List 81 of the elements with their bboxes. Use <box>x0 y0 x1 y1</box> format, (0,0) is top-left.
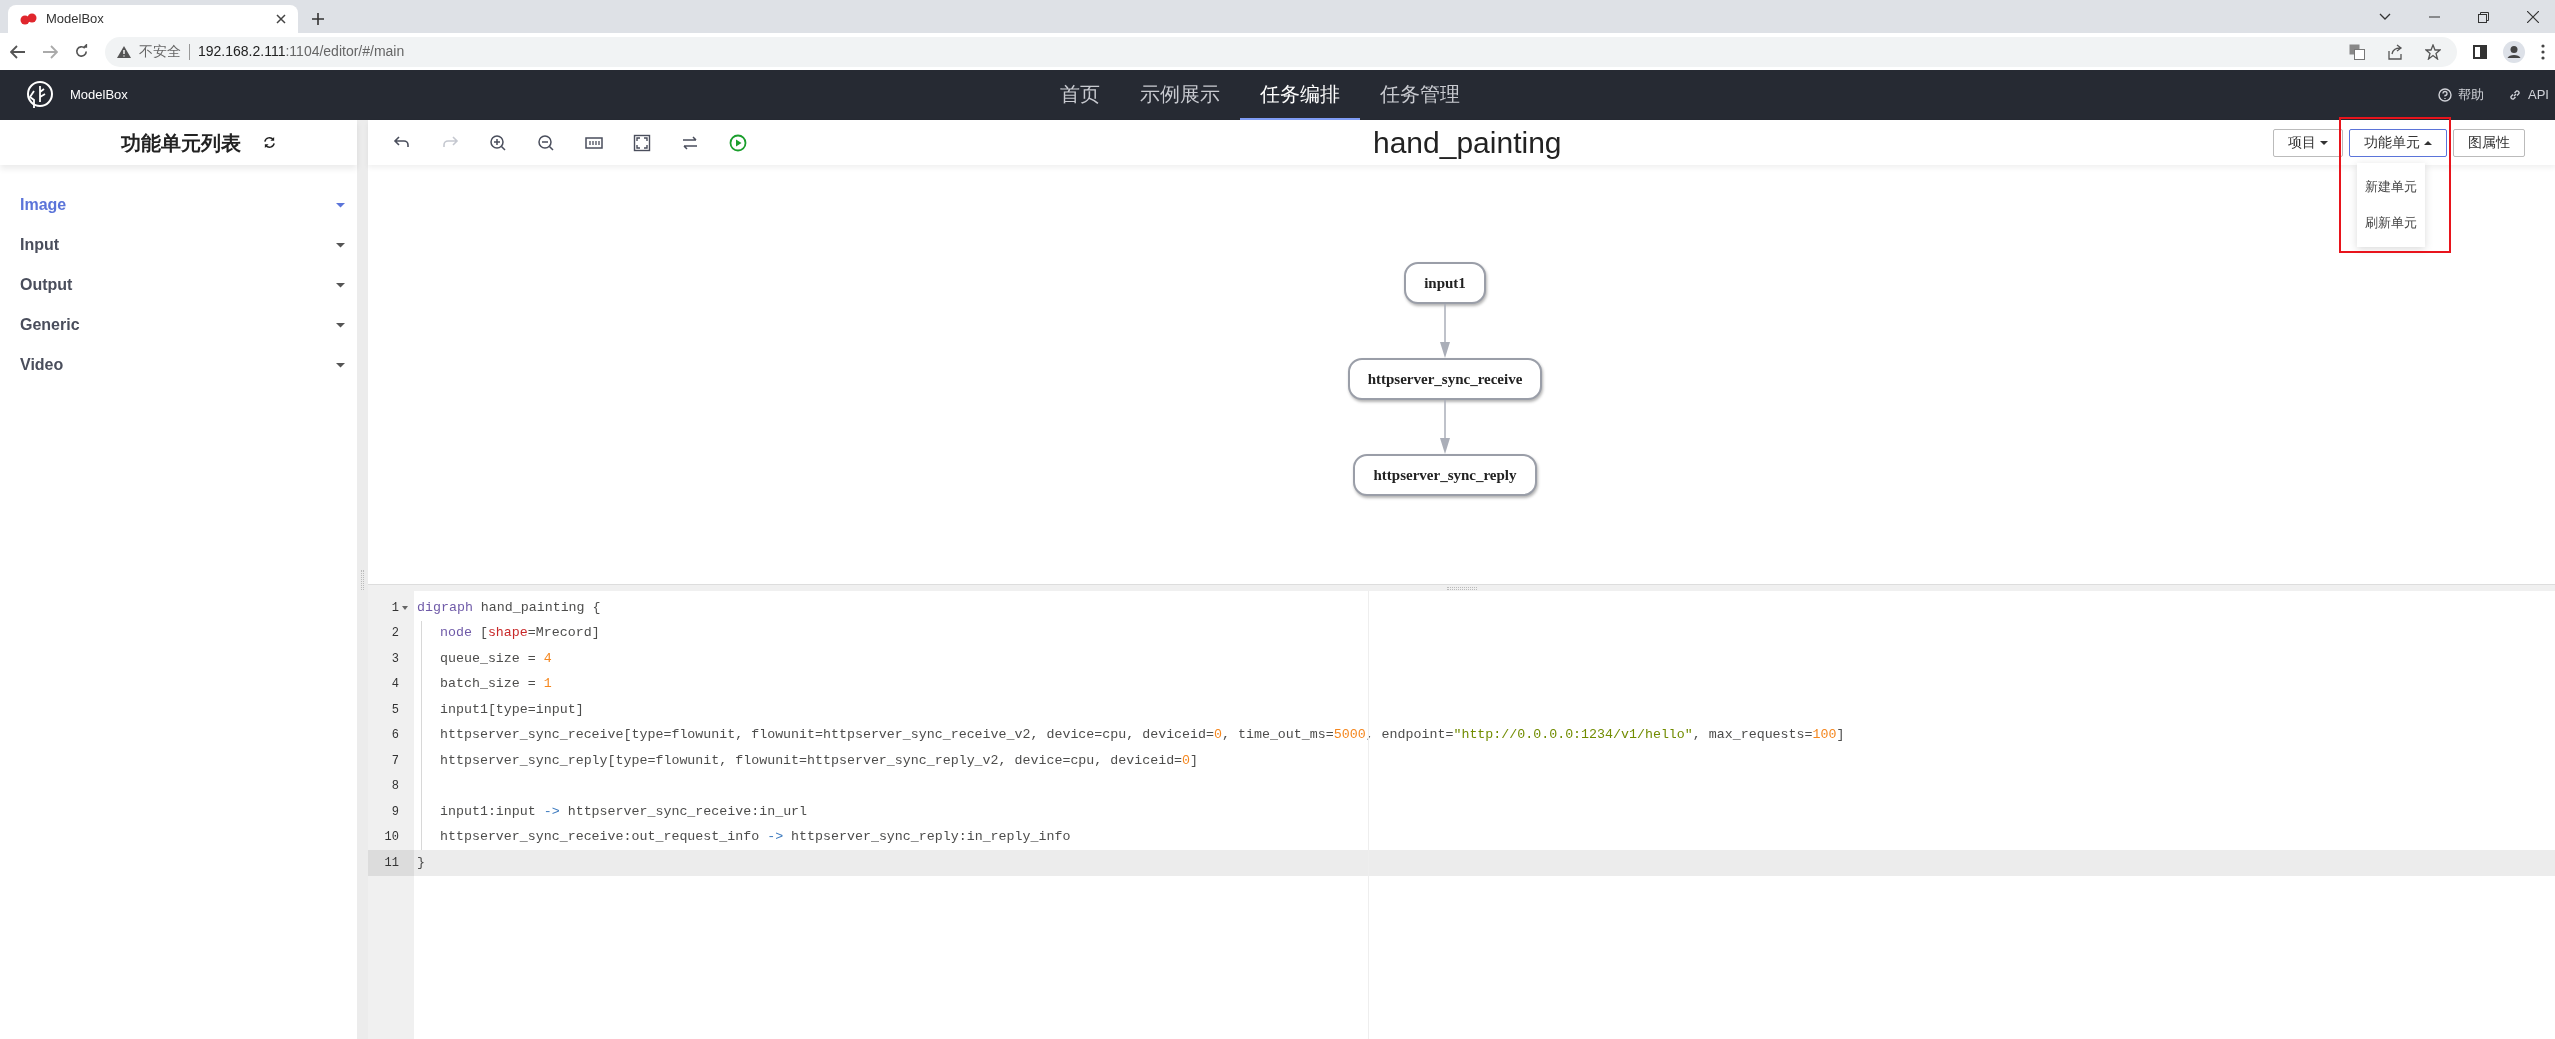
graph-node[interactable]: httpserver_sync_reply <box>1353 454 1537 496</box>
logo-icon <box>24 80 54 110</box>
back-icon[interactable] <box>10 44 26 59</box>
line-number: 6 <box>391 727 400 745</box>
link-icon <box>2508 88 2523 102</box>
menu-icon[interactable] <box>2541 43 2545 60</box>
line-number: 4 <box>391 676 400 694</box>
caret-down-icon <box>336 242 345 248</box>
caret-up-icon <box>2424 140 2432 145</box>
line-number: 10 <box>384 829 400 847</box>
nav-tab[interactable]: 首页 <box>1040 70 1120 120</box>
category-item[interactable]: Video <box>0 345 357 385</box>
address-bar[interactable]: 不安全 192.168.2.111:1104/editor/#/main <box>105 36 2457 67</box>
category-item[interactable]: Input <box>0 225 357 265</box>
code-line: batch_size = 1 <box>440 675 552 694</box>
line-number: 9 <box>391 803 400 821</box>
code-line: digraph hand_painting { <box>417 598 601 617</box>
sidebar-title: 功能单元列表 <box>121 130 241 156</box>
graph-node[interactable]: input1 <box>1404 262 1486 304</box>
category-item[interactable]: Generic <box>0 305 357 345</box>
category-item[interactable]: Output <box>0 265 357 305</box>
star-icon[interactable] <box>2425 43 2441 60</box>
caret-down-icon <box>336 282 345 288</box>
menu-item[interactable]: 刷新单元 <box>2357 204 2425 241</box>
header-link[interactable]: 帮助 <box>2438 85 2485 105</box>
tab-title: ModelBox <box>46 10 105 29</box>
chevron-down-icon[interactable] <box>2379 13 2391 21</box>
dropdown-button[interactable]: 项目 <box>2273 128 2343 157</box>
caret-down-icon <box>336 202 345 208</box>
category-item[interactable]: Image <box>0 185 357 225</box>
graph-node[interactable]: httpserver_sync_receive <box>1347 358 1543 400</box>
restore-icon[interactable] <box>2478 11 2489 23</box>
fold-icon[interactable] <box>402 605 408 610</box>
zoom-in-icon[interactable] <box>489 133 507 152</box>
line-number: 8 <box>391 778 400 796</box>
dropdown-button[interactable]: 图属性 <box>2453 128 2525 157</box>
close-icon[interactable] <box>276 14 286 24</box>
code-line: httpserver_sync_reply[type=flowunit, flowunit=httpserver_sync_reply_v2, device=cpu, deviceid=0] <box>440 751 1199 770</box>
code-line: queue_size = 4 <box>440 649 552 668</box>
code-line: } <box>417 853 425 872</box>
close-icon[interactable] <box>2527 11 2539 23</box>
fullscreen-icon[interactable] <box>633 133 651 152</box>
line-number: 7 <box>391 752 400 770</box>
brand-name: ModelBox <box>70 86 128 105</box>
header-link[interactable]: API <box>2508 85 2549 105</box>
warning-icon <box>117 45 131 58</box>
caret-down-icon <box>336 362 345 368</box>
graph-title: hand_painting <box>1373 125 1562 161</box>
caret-down-icon <box>336 322 345 328</box>
code-line: input1[type=input] <box>440 700 584 719</box>
swap-icon[interactable] <box>681 133 699 152</box>
caret-down-icon <box>2320 140 2328 145</box>
browser-tab[interactable]: ModelBox <box>8 5 298 33</box>
edge-arrow <box>1439 304 1451 358</box>
code-line: httpserver_sync_receive[type=flowunit, flowunit=httpserver_sync_receive_v2, device=cpu, deviceid=0, time_out_ms=5000, endpoint="http://0.0.0.0:1234/v1/hello", max_requests=100] <box>440 726 1845 745</box>
dropdown-button[interactable]: 功能单元 <box>2349 128 2447 157</box>
zoom-out-icon[interactable] <box>537 133 555 152</box>
nav-tab[interactable]: 示例展示 <box>1120 70 1240 120</box>
code-line: httpserver_sync_receive:out_request_info -> httpserver_sync_reply:in_reply_info <box>440 828 1071 847</box>
profile-icon[interactable] <box>2503 40 2525 63</box>
share-icon[interactable] <box>2387 43 2403 60</box>
line-number: 1 <box>391 598 408 617</box>
play-icon[interactable] <box>729 133 747 152</box>
reload-icon[interactable] <box>74 44 89 59</box>
translate-icon[interactable] <box>2349 43 2365 60</box>
security-label: 不安全 <box>139 42 181 61</box>
code-line: node [shape=Mrecord] <box>440 624 600 643</box>
url-text: 192.168.2.111:1104/editor/#/main <box>198 42 405 61</box>
line-number: 5 <box>391 701 400 719</box>
code-line: input1:input -> httpserver_sync_receive:in_url <box>440 802 808 821</box>
sidebar-icon[interactable] <box>2473 44 2487 59</box>
refresh-icon[interactable] <box>263 136 276 149</box>
nav-tab[interactable]: 任务管理 <box>1360 70 1480 120</box>
new-tab-icon[interactable] <box>312 13 324 25</box>
line-number: 11 <box>384 854 400 872</box>
line-number: 2 <box>391 625 400 643</box>
line-number: 3 <box>391 650 400 668</box>
edge-arrow <box>1439 400 1451 454</box>
help-icon <box>2438 88 2453 102</box>
menu-item[interactable]: 新建单元 <box>2357 168 2425 205</box>
logo-icon <box>20 13 38 25</box>
